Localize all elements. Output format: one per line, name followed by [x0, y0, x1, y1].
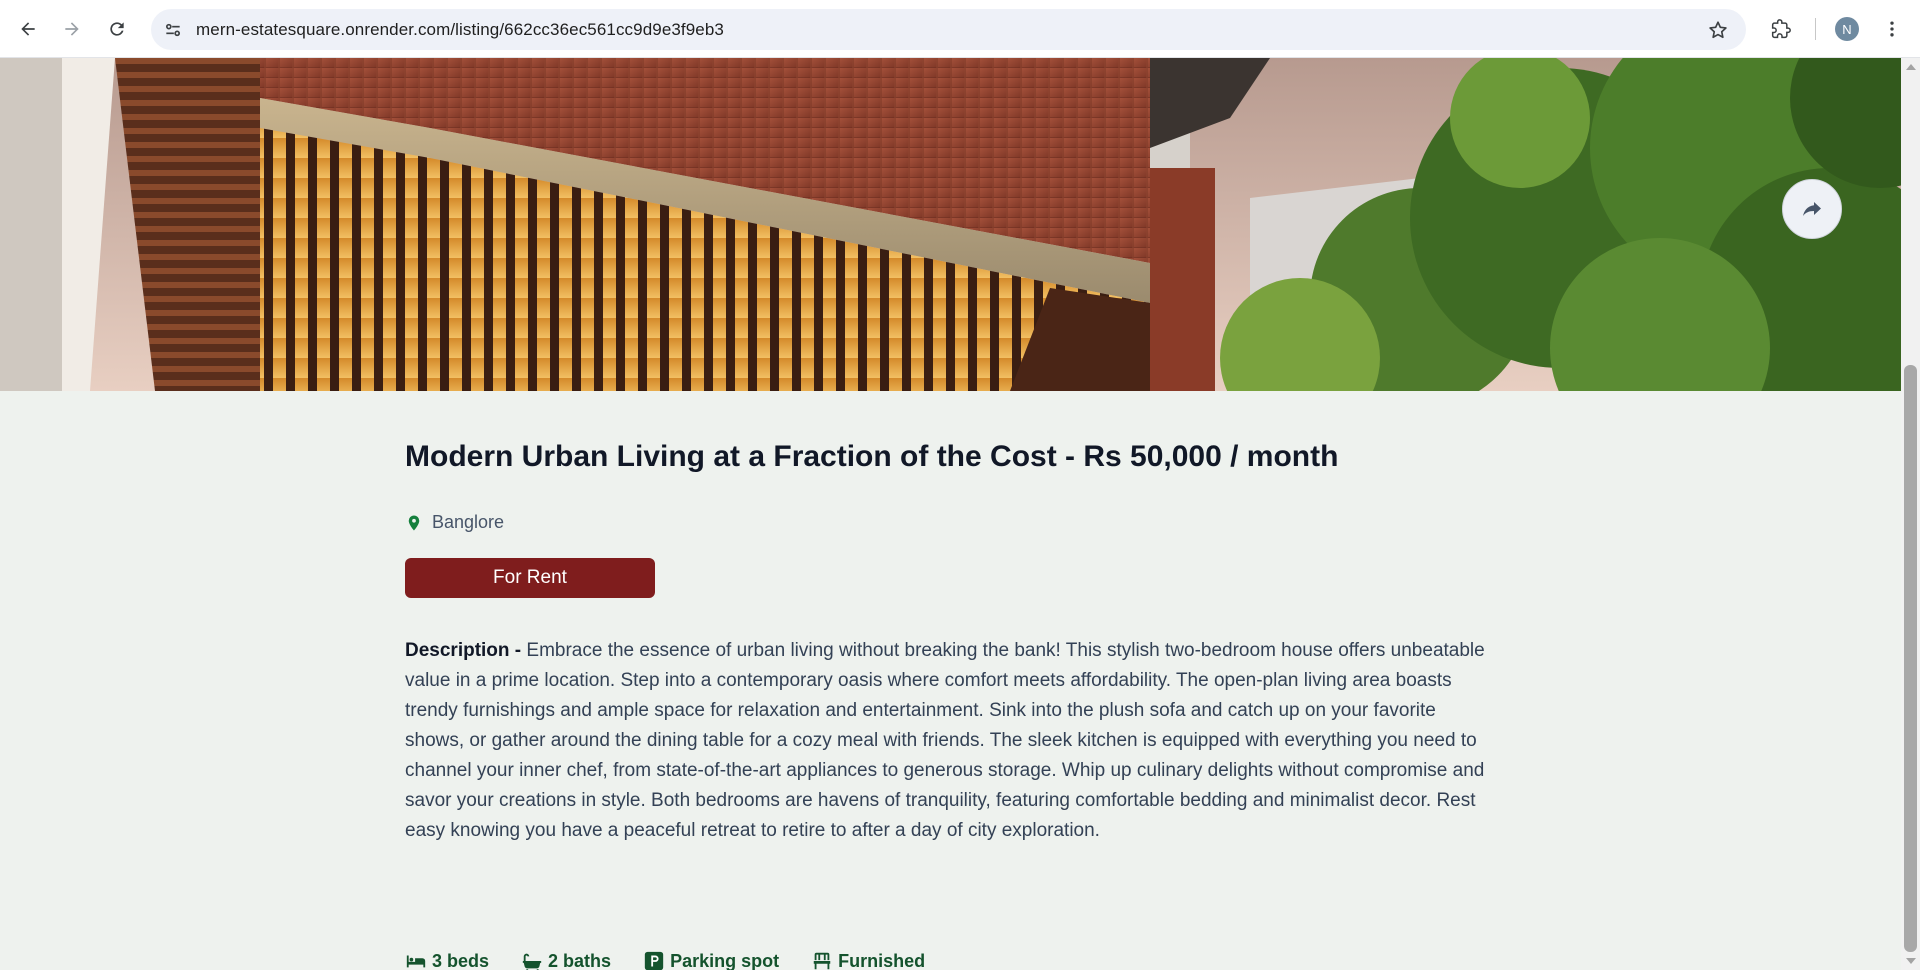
amenity-parking: Parking spot: [643, 950, 779, 970]
browser-toolbar: mern-estatesquare.onrender.com/listing/6…: [0, 0, 1920, 58]
star-icon: [1709, 21, 1727, 39]
scroll-up-arrow[interactable]: [1906, 64, 1916, 70]
scroll-down-arrow[interactable]: [1906, 958, 1916, 964]
reload-button[interactable]: [101, 13, 133, 45]
description-label: Description -: [405, 640, 527, 661]
amenity-furnished: Furnished: [811, 950, 925, 970]
listing-hero-image: [0, 58, 1901, 391]
description-text: Embrace the essence of urban living with…: [405, 640, 1485, 841]
scroll-thumb[interactable]: [1904, 365, 1917, 952]
back-icon: [21, 22, 35, 36]
bed-icon: [406, 955, 426, 968]
kebab-menu-icon: [1890, 21, 1894, 37]
furnished-label: Furnished: [838, 950, 926, 970]
baths-count: 2 baths: [548, 950, 612, 970]
bookmark-button[interactable]: [1706, 18, 1730, 42]
bath-icon: [522, 953, 542, 970]
listing-title: Modern Urban Living at a Fraction of the…: [405, 440, 1339, 473]
amenity-baths: 2 baths: [521, 950, 611, 970]
browser-menu-button[interactable]: [1876, 13, 1908, 45]
listing-location: Banglore: [405, 512, 504, 533]
extensions-button[interactable]: [1765, 13, 1797, 45]
page-scrollbar[interactable]: [1901, 58, 1920, 970]
site-info-icon: [165, 23, 181, 37]
share-icon: [1803, 202, 1821, 216]
back-button[interactable]: [12, 13, 44, 45]
forward-button[interactable]: [56, 13, 88, 45]
share-button[interactable]: [1782, 179, 1842, 239]
profile-avatar[interactable]: N: [1835, 17, 1859, 41]
address-bar[interactable]: mern-estatesquare.onrender.com/listing/6…: [151, 9, 1746, 50]
amenities-list: 3 beds 2 baths Parking spot Furnished: [405, 950, 957, 970]
page-viewport: Modern Urban Living at a Fraction of the…: [0, 58, 1901, 970]
url-text[interactable]: mern-estatesquare.onrender.com/listing/6…: [196, 20, 724, 40]
parking-label: Parking spot: [670, 950, 780, 970]
parking-icon: [644, 951, 664, 970]
forward-icon: [65, 22, 79, 36]
beds-count: 3 beds: [432, 950, 490, 970]
house-photo: [0, 58, 1901, 391]
listing-description: Description - Embrace the essence of urb…: [405, 636, 1485, 846]
site-info-button[interactable]: [161, 18, 185, 42]
extensions-icon: [1771, 19, 1791, 39]
location-text: Banglore: [432, 512, 505, 532]
toolbar-divider: [1815, 18, 1816, 40]
reload-icon: [110, 22, 124, 36]
listing-type-badge: For Rent: [405, 558, 655, 598]
amenity-beds: 3 beds: [405, 950, 489, 970]
chair-icon: [813, 952, 831, 970]
location-pin-icon: [408, 515, 420, 530]
